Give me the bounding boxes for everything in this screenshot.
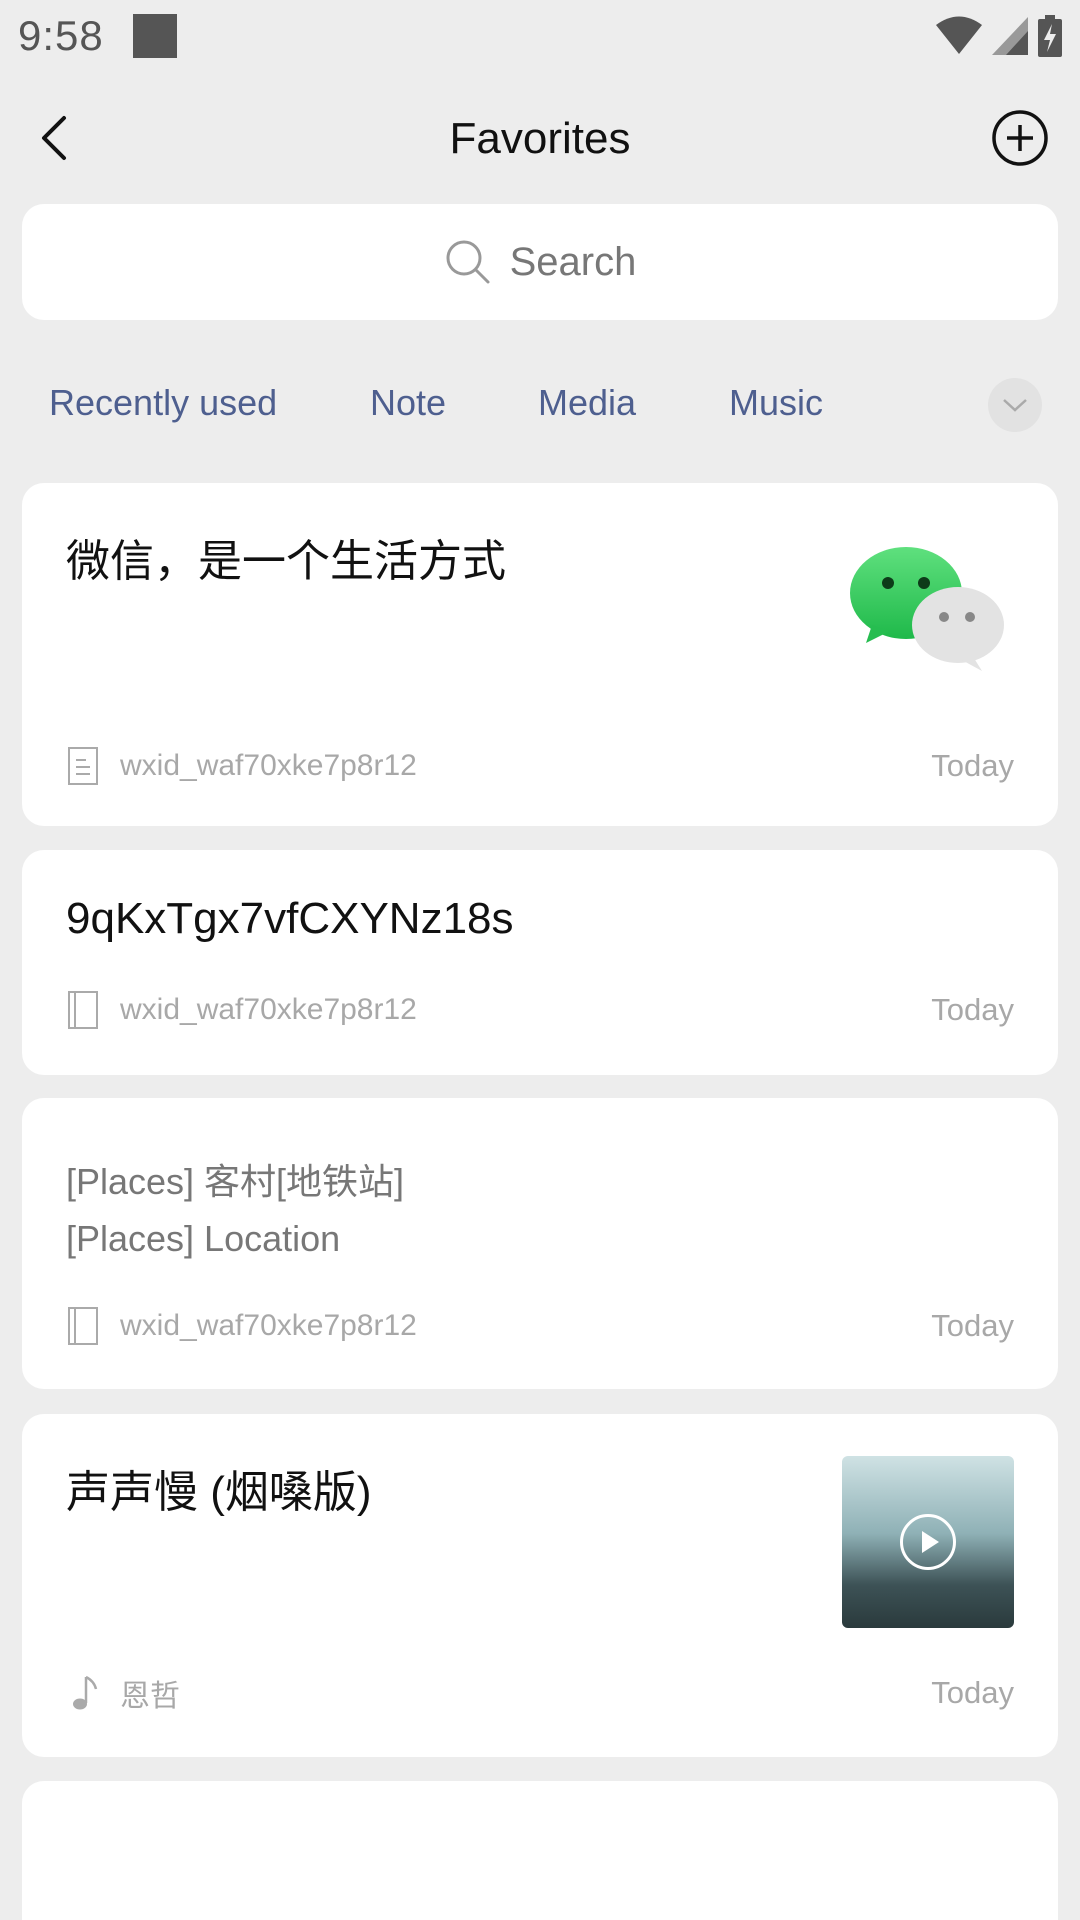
item-time: Today [931,748,1014,783]
notification-icon [133,14,177,58]
item-source: 恩哲 [120,1680,180,1713]
item-source: wxid_waf70xke7p8r12 [120,749,417,782]
item-title: 微信，是一个生活方式 [66,537,506,586]
item-source: wxid_waf70xke7p8r12 [120,1309,417,1342]
favorite-item[interactable]: 声声慢 (烟嗓版) 恩哲 Today [22,1414,1058,1757]
item-title: 声声慢 (烟嗓版) [66,1468,372,1517]
music-note-icon [73,1675,98,1710]
status-time: 9:58 [18,12,104,59]
item-title: 9qKxTgx7vfCXYNz18s [66,894,514,943]
favorite-item[interactable]: 9qKxTgx7vfCXYNz18s wxid_waf70xke7p8r12 T… [22,850,1058,1075]
item-time: Today [931,1308,1014,1343]
favorite-item[interactable]: [Places] 客村[地铁站] [Places] Location wxid_… [22,1098,1058,1389]
item-time: Today [931,992,1014,1027]
cell-signal-icon [992,17,1028,55]
item-time: Today [931,1675,1014,1710]
search-bar[interactable]: Search [22,204,1058,320]
nav-bar: Favorites [0,90,1080,186]
item-source: wxid_waf70xke7p8r12 [120,993,417,1026]
favorite-item[interactable]: 微信，是一个生活方式 wxid_waf70xke7p8r12 Today [22,483,1058,826]
page-title: Favorites [449,114,631,163]
search-placeholder: Search [509,239,637,284]
book-icon [68,991,98,1029]
search-icon [446,240,490,284]
wechat-logo-icon [850,547,1004,671]
status-bar: 9:58 [0,0,1080,76]
tab-music[interactable]: Music [729,382,823,424]
play-button[interactable] [900,1514,956,1570]
category-tabs: Recently used Note Media Music [0,370,1080,440]
tab-recently-used[interactable]: Recently used [49,382,277,424]
item-meta: wxid_waf70xke7p8r12 Today [66,1304,1014,1348]
status-icons [936,12,1062,60]
add-button[interactable] [990,108,1050,168]
note-icon [68,747,98,785]
favorite-item[interactable] [22,1781,1058,1920]
expand-tabs-button[interactable] [988,378,1042,432]
item-line: [Places] 客村[地铁站] [66,1161,405,1202]
tab-note[interactable]: Note [370,382,446,424]
plus-circle-icon [992,110,1048,166]
tab-media[interactable]: Media [538,382,636,424]
item-meta: wxid_waf70xke7p8r12 Today [66,744,1014,788]
play-icon [922,1531,939,1553]
wifi-icon [936,16,982,54]
item-meta: 恩哲 Today [66,1671,1014,1715]
battery-icon [1038,15,1062,57]
book-icon [68,1307,98,1345]
item-line: [Places] Location [66,1218,341,1259]
chevron-down-icon [1003,399,1027,412]
album-cover[interactable] [842,1456,1014,1628]
item-meta: wxid_waf70xke7p8r12 Today [66,988,1014,1032]
